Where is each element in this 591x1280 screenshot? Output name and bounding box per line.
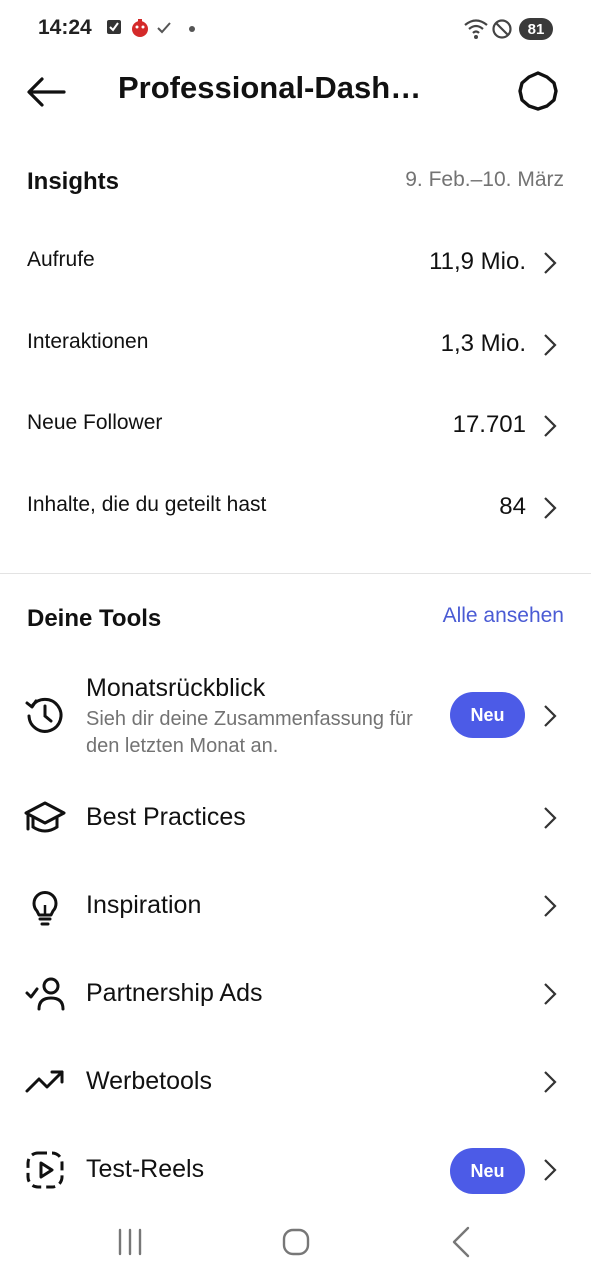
graduation-cap-icon: [24, 801, 66, 833]
app-notification-icon: [132, 19, 148, 37]
metric-row-aufrufe[interactable]: Aufrufe 11,9 Mio.: [0, 234, 591, 294]
tool-title: Werbetools: [86, 1067, 212, 1095]
metric-label: Inhalte, die du geteilt hast: [27, 493, 267, 516]
tool-title: Best Practices: [86, 803, 246, 831]
tool-item-werbetools[interactable]: Werbetools: [0, 1054, 591, 1114]
date-range[interactable]: 9. Feb.–10. März: [405, 168, 564, 192]
metric-label: Interaktionen: [27, 330, 149, 353]
tool-item-best-practices[interactable]: Best Practices: [0, 790, 591, 850]
metric-row-interaktionen[interactable]: Interaktionen 1,3 Mio.: [0, 316, 591, 376]
settings-gear-icon[interactable]: [516, 69, 560, 113]
chevron-right-icon: [544, 415, 557, 437]
history-icon: [25, 697, 63, 733]
partnership-user-icon: [25, 977, 65, 1011]
do-not-disturb-icon: [492, 19, 512, 39]
home-icon[interactable]: [276, 1222, 316, 1262]
tool-item-monatsrueckblick[interactable]: Monatsrückblick Sieh dir deine Zusammenf…: [0, 664, 591, 768]
tool-title: Partnership Ads: [86, 979, 263, 1007]
chevron-right-icon: [544, 1159, 557, 1181]
page-title: Professional-Dash…: [118, 70, 422, 105]
metric-row-inhalte[interactable]: Inhalte, die du geteilt hast 84: [0, 479, 591, 539]
battery-indicator: 81: [519, 18, 553, 40]
metric-value: 11,9 Mio.: [429, 248, 526, 275]
status-time: 14:24: [38, 16, 92, 39]
tool-item-partnership-ads[interactable]: Partnership Ads: [0, 966, 591, 1026]
chevron-right-icon: [544, 252, 557, 274]
check-notification-icon: [157, 22, 171, 34]
section-divider: [0, 573, 591, 574]
new-badge: Neu: [450, 692, 525, 738]
chevron-right-icon: [544, 895, 557, 917]
recent-apps-icon[interactable]: [110, 1222, 150, 1262]
metric-value: 1,3 Mio.: [440, 330, 526, 357]
tool-title: Monatsrückblick: [86, 674, 266, 702]
new-badge: Neu: [450, 1148, 525, 1194]
see-all-link[interactable]: Alle ansehen: [443, 604, 564, 628]
wifi-icon: [464, 19, 488, 39]
lightbulb-icon: [32, 891, 58, 926]
insights-title: Insights: [27, 168, 120, 195]
nav-back-icon[interactable]: [442, 1222, 482, 1262]
chevron-right-icon: [544, 983, 557, 1005]
more-notifications-dot-icon: [189, 26, 195, 32]
chevron-right-icon: [544, 807, 557, 829]
tool-item-test-reels[interactable]: Test-Reels Neu: [0, 1142, 591, 1202]
tool-title: Inspiration: [86, 891, 202, 919]
back-arrow-icon[interactable]: [24, 72, 68, 112]
tool-subtitle: Sieh dir deine Zusammenfassung für den l…: [86, 708, 413, 757]
metric-label: Neue Follower: [27, 411, 163, 434]
chevron-right-icon: [544, 497, 557, 519]
reel-play-icon: [26, 1151, 64, 1189]
chevron-right-icon: [544, 1071, 557, 1093]
tool-item-inspiration[interactable]: Inspiration: [0, 878, 591, 938]
tool-title: Test-Reels: [86, 1155, 205, 1183]
metric-value: 84: [499, 493, 526, 520]
checkbox-notification-icon: [107, 20, 121, 34]
metric-value: 17.701: [452, 411, 526, 438]
trending-up-icon: [25, 1070, 64, 1093]
chevron-right-icon: [544, 334, 557, 356]
metric-label: Aufrufe: [27, 248, 95, 271]
tools-title: Deine Tools: [27, 605, 162, 632]
chevron-right-icon: [544, 705, 557, 727]
metric-row-neue-follower[interactable]: Neue Follower 17.701: [0, 397, 591, 457]
